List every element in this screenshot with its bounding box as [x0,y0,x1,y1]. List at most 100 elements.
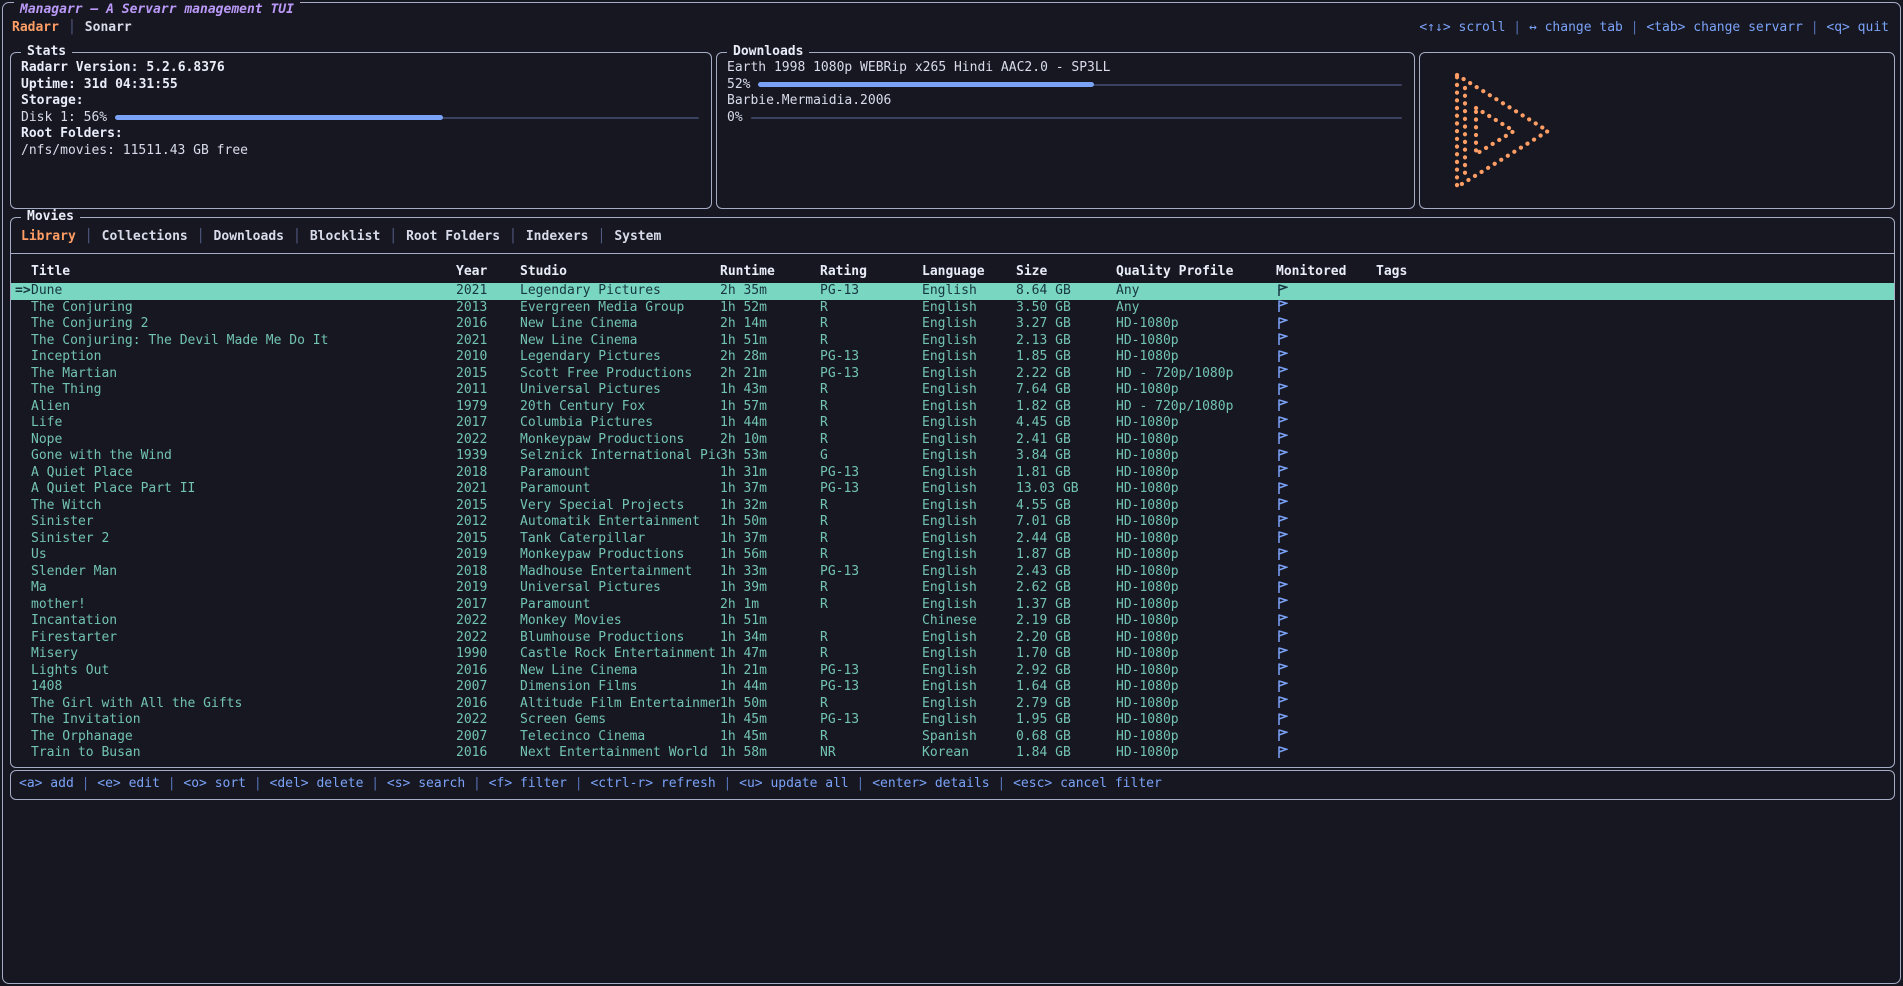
radarr-version-label: Radarr Version: [21,60,138,77]
cell-language: English [922,630,1016,647]
cell-rating: PG-13 [820,481,922,498]
table-row[interactable]: Sinister 2 2015 Tank Caterpillar 1h 37m … [11,531,1894,548]
table-row[interactable]: Lights Out 2016 New Line Cinema 1h 21m P… [11,663,1894,680]
table-row[interactable]: The Martian 2015 Scott Free Productions … [11,366,1894,383]
cell-runtime: 1h 44m [720,679,820,696]
cell-studio: Tank Caterpillar [520,531,720,548]
cell-size: 2.43 GB [1016,564,1116,581]
root-folders-label: Root Folders: [21,126,123,143]
cell-language: English [922,349,1016,366]
table-row[interactable]: Life 2017 Columbia Pictures 1h 44m R Eng… [11,415,1894,432]
cell-rating: R [820,316,922,333]
table-row[interactable]: The Thing 2011 Universal Pictures 1h 43m… [11,382,1894,399]
cell-year: 2007 [456,679,520,696]
table-row[interactable]: The Conjuring 2013 Evergreen Media Group… [11,300,1894,317]
cell-year: 2015 [456,531,520,548]
table-row[interactable]: The Girl with All the Gifts 2016 Altitud… [11,696,1894,713]
table-row[interactable]: Alien 1979 20th Century Fox 1h 57m R Eng… [11,399,1894,416]
cell-size: 1.81 GB [1016,465,1116,482]
table-row[interactable]: Slender Man 2018 Madhouse Entertainment … [11,564,1894,581]
cell-rating: R [820,531,922,548]
column-header-tags: Tags [1376,264,1556,281]
tab-library[interactable]: Library [21,229,76,246]
tab-blocklist[interactable]: Blocklist [310,229,380,246]
monitored-flag-icon [1276,663,1288,677]
monitored-flag-icon [1276,696,1288,710]
cell-title: The Conjuring 2 [31,316,456,333]
cell-studio: Screen Gems [520,712,720,729]
table-row[interactable]: The Invitation 2022 Screen Gems 1h 45m P… [11,712,1894,729]
cell-language: English [922,696,1016,713]
table-row[interactable]: A Quiet Place Part II 2021 Paramount 1h … [11,481,1894,498]
table-row[interactable]: Train to Busan 2016 Next Entertainment W… [11,745,1894,762]
table-row[interactable]: mother! 2017 Paramount 2h 1m R English 1… [11,597,1894,614]
servarr-tab-radarr[interactable]: Radarr [12,20,59,37]
table-row[interactable]: The Witch 2015 Very Special Projects 1h … [11,498,1894,515]
table-row[interactable]: Nope 2022 Monkeypaw Productions 2h 10m R… [11,432,1894,449]
table-row[interactable]: Firestarter 2022 Blumhouse Productions 1… [11,630,1894,647]
cell-title: Gone with the Wind [31,448,456,465]
tab-system[interactable]: System [614,229,661,246]
cell-language: English [922,465,1016,482]
tab-collections[interactable]: Collections [102,229,188,246]
cell-size: 1.85 GB [1016,349,1116,366]
downloads-panel: Downloads Earth 1998 1080p WEBRip x265 H… [716,52,1415,209]
table-row[interactable]: => Dune 2021 Legendary Pictures 2h 35m P… [11,283,1894,300]
table-row[interactable]: Misery 1990 Castle Rock Entertainment 1h… [11,646,1894,663]
cell-studio: Scott Free Productions [520,366,720,383]
table-row[interactable]: Us 2019 Monkeypaw Productions 1h 56m R E… [11,547,1894,564]
help-item-enter-details: <enter> details [872,776,989,791]
tab-downloads[interactable]: Downloads [214,229,284,246]
cell-monitored [1276,382,1376,399]
managarr-app: Managarr — A Servarr management TUI Rada… [0,0,1903,986]
cell-title: Slender Man [31,564,456,581]
cell-size: 4.55 GB [1016,498,1116,515]
table-row[interactable]: Incantation 2022 Monkey Movies 1h 51m Ch… [11,613,1894,630]
cell-runtime: 1h 31m [720,465,820,482]
cell-monitored [1276,481,1376,498]
cell-year: 2016 [456,316,520,333]
movies-panel: Movies Library│Collections│Downloads│Blo… [10,217,1895,768]
help-separator: | [363,776,386,791]
cell-language: Chinese [922,613,1016,630]
table-row[interactable]: 1408 2007 Dimension Films 1h 44m PG-13 E… [11,679,1894,696]
table-row[interactable]: Ma 2019 Universal Pictures 1h 39m R Engl… [11,580,1894,597]
tab-indexers[interactable]: Indexers [526,229,589,246]
cell-runtime: 2h 10m [720,432,820,449]
movies-table-header: TitleYearStudioRuntimeRatingLanguageSize… [11,264,1894,281]
bottom-help-line: <a> add | <e> edit | <o> sort | <del> de… [11,771,1894,797]
download-percent: 52% [727,77,750,94]
cell-monitored [1276,366,1376,383]
cell-studio: Castle Rock Entertainment [520,646,720,663]
cell-studio: Universal Pictures [520,382,720,399]
cell-monitored [1276,597,1376,614]
cell-monitored [1276,696,1376,713]
cell-runtime: 1h 33m [720,564,820,581]
table-row[interactable]: The Conjuring: The Devil Made Me Do It 2… [11,333,1894,350]
cell-year: 2018 [456,564,520,581]
table-row[interactable]: The Orphanage 2007 Telecinco Cinema 1h 4… [11,729,1894,746]
top-help-bar: <↑↓> scroll | ↔ change tab | <tab> chang… [1419,20,1889,37]
cell-title: Train to Busan [31,745,456,762]
table-row[interactable]: Sinister 2012 Automatik Entertainment 1h… [11,514,1894,531]
cell-language: English [922,432,1016,449]
servarr-tab-sonarr[interactable]: Sonarr [85,20,132,37]
cell-quality: HD-1080p [1116,432,1276,449]
cell-year: 1939 [456,448,520,465]
cell-studio: Paramount [520,465,720,482]
cell-studio: Very Special Projects [520,498,720,515]
table-row[interactable]: Inception 2010 Legendary Pictures 2h 28m… [11,349,1894,366]
cell-studio: Dimension Films [520,679,720,696]
monitored-flag-icon [1276,300,1288,314]
monitored-flag-icon [1276,283,1288,297]
cell-studio: Next Entertainment World [520,745,720,762]
help-separator: | [990,776,1013,791]
table-row[interactable]: Gone with the Wind 1939 Selznick Interna… [11,448,1894,465]
tab-root-folders[interactable]: Root Folders [406,229,500,246]
cell-language: English [922,382,1016,399]
table-row[interactable]: The Conjuring 2 2016 New Line Cinema 2h … [11,316,1894,333]
cell-size: 2.44 GB [1016,531,1116,548]
table-row[interactable]: A Quiet Place 2018 Paramount 1h 31m PG-1… [11,465,1894,482]
cell-year: 2015 [456,366,520,383]
download-progress-line: 52% [727,77,1404,94]
